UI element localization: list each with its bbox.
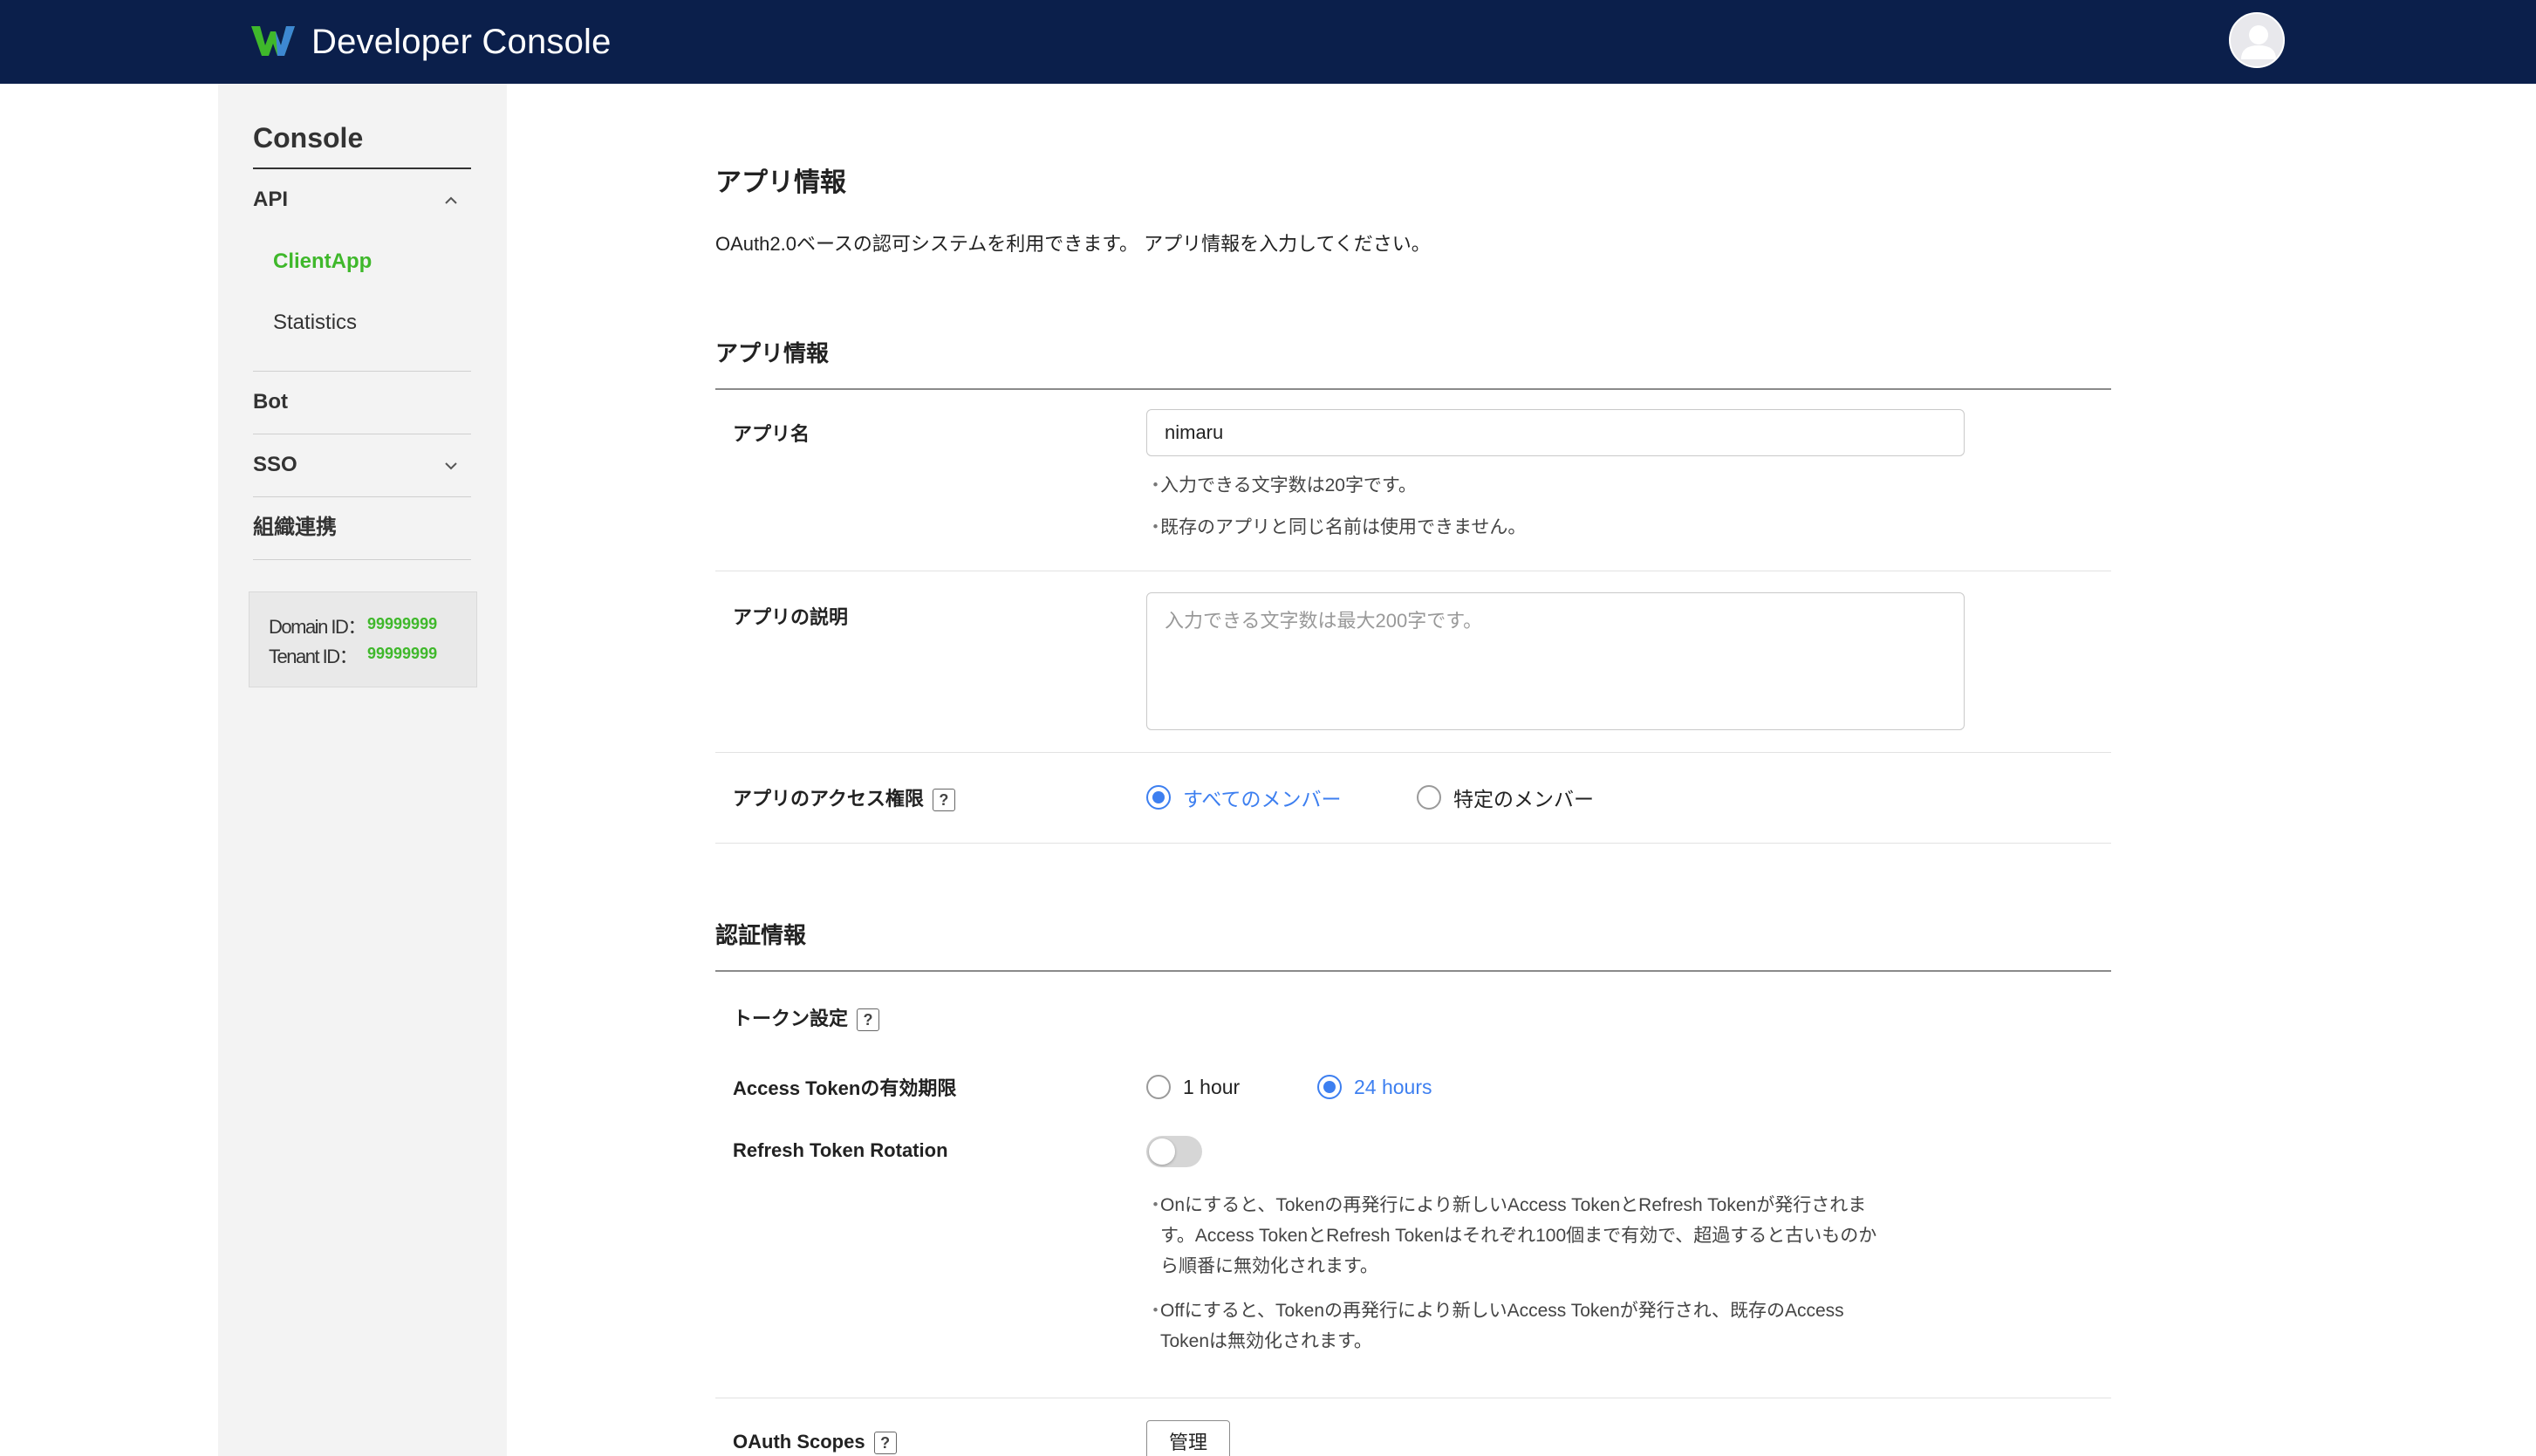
help-icon[interactable]: ? <box>932 789 955 812</box>
app-desc-label: アプリの説明 <box>733 606 849 628</box>
token-24h-radio[interactable]: 24 hours <box>1317 1071 1432 1103</box>
app-desc-textarea[interactable] <box>1146 592 1965 730</box>
hint-text: 既存のアプリと同じ名前は使用できません。 <box>1160 517 1527 537</box>
ids-panel: Domain ID： 99999999 Tenant ID： 99999999 <box>249 591 477 687</box>
oauth-scopes-label: OAuth Scopes? <box>733 1431 897 1455</box>
access-label: アプリのアクセス権限? <box>733 783 955 812</box>
help-icon[interactable]: ? <box>873 1432 897 1455</box>
radio-label: 1 hour <box>1183 1075 1241 1098</box>
hint-text: ら順番に無効化されます。 <box>1160 1256 1378 1276</box>
row-divider <box>715 752 2111 753</box>
token-1h-radio[interactable]: 1 hour <box>1146 1071 1240 1103</box>
tenant-id-value: 99999999 <box>367 645 438 662</box>
section-title-auth: 認証情報 <box>715 922 807 948</box>
hint-text: 入力できる文字数は20字です。 <box>1160 475 1417 496</box>
chevron-up-icon <box>443 169 459 255</box>
sidebar-item-label: 組織連携 <box>253 516 337 539</box>
row-divider <box>715 843 2111 844</box>
refresh-rotation-label: Refresh Token Rotation <box>733 1139 948 1161</box>
access-token-label: Access Tokenの有効期限 <box>733 1077 957 1099</box>
page-intro: OAuth2.0ベースの認可システムを利用できます。 アプリ情報を入力してくださ… <box>715 233 1431 255</box>
toggle-knob <box>1149 1138 1175 1165</box>
hint-text: Offにすると、Tokenの再発行により新しいAccess Tokenが発行され… <box>1160 1301 1844 1321</box>
hint-text: す。Access TokenとRefresh Tokenはそれぞれ100個まで有… <box>1160 1226 1877 1246</box>
app-name-input[interactable] <box>1146 409 1965 456</box>
domain-id-label: Domain ID： <box>269 616 366 638</box>
token-setting-label: トークン設定? <box>733 1003 880 1032</box>
access-all-radio[interactable]: すべてのメンバー <box>1146 782 1341 813</box>
help-icon[interactable]: ? <box>857 1008 880 1032</box>
sidebar-item-sso[interactable]: SSO <box>253 434 471 496</box>
sidebar-item-label: Bot <box>253 390 288 414</box>
sidebar-item-statistics[interactable]: Statistics <box>273 297 357 349</box>
page-title: アプリ情報 <box>715 168 846 197</box>
domain-id-value: 99999999 <box>367 615 438 632</box>
radio-unselected-icon <box>1417 785 1441 810</box>
top-navigation-bar: Developer Console <box>0 0 2536 84</box>
tenant-id-label: Tenant ID： <box>269 646 359 667</box>
sidebar-item-label: API <box>253 188 289 211</box>
radio-selected-icon <box>1317 1075 1342 1099</box>
sidebar-item-bot[interactable]: Bot <box>253 372 471 433</box>
token-setting-text: トークン設定 <box>733 1008 849 1029</box>
user-avatar-icon[interactable] <box>2229 12 2285 68</box>
radio-selected-icon <box>1146 785 1171 810</box>
section-divider <box>715 970 2111 972</box>
app-name-label: アプリ名 <box>733 423 810 445</box>
sidebar-divider <box>253 559 471 560</box>
sidebar-item-api[interactable]: API <box>253 169 471 230</box>
app-name-hint: ・入力できる文字数は20字です。 ・既存のアプリと同じ名前は使用できません。 <box>1146 475 1527 537</box>
radio-unselected-icon <box>1146 1075 1171 1099</box>
radio-label: すべてのメンバー <box>1183 788 1342 810</box>
radio-label: 24 hours <box>1354 1075 1432 1098</box>
sidebar: Console API ClientApp Statistics Bot SSO… <box>218 84 507 1456</box>
refresh-hint: ・Onにすると、Tokenの再発行により新しいAccess TokenとRefr… <box>1146 1190 1966 1357</box>
manage-scopes-button[interactable]: 管理 <box>1146 1420 1230 1456</box>
logo-icon[interactable] <box>249 23 297 59</box>
app-title: Developer Console <box>311 23 612 61</box>
radio-label: 特定のメンバー <box>1453 788 1594 810</box>
hint-text: Onにすると、Tokenの再発行により新しいAccess TokenとRefre… <box>1160 1195 1867 1215</box>
sidebar-item-clientapp[interactable]: ClientApp <box>273 236 372 288</box>
sidebar-title: Console <box>253 122 364 154</box>
access-label-text: アプリのアクセス権限 <box>733 788 924 810</box>
refresh-rotation-toggle[interactable] <box>1146 1136 1202 1167</box>
oauth-scopes-text: OAuth Scopes <box>733 1431 865 1453</box>
hint-text: Tokenは無効化されます。 <box>1160 1331 1372 1351</box>
sidebar-item-label: SSO <box>253 453 297 476</box>
sidebar-item-org[interactable]: 組織連携 <box>253 497 471 558</box>
access-specific-radio[interactable]: 特定のメンバー <box>1417 782 1594 813</box>
section-title-app: アプリ情報 <box>715 340 830 366</box>
section-divider <box>715 388 2111 390</box>
